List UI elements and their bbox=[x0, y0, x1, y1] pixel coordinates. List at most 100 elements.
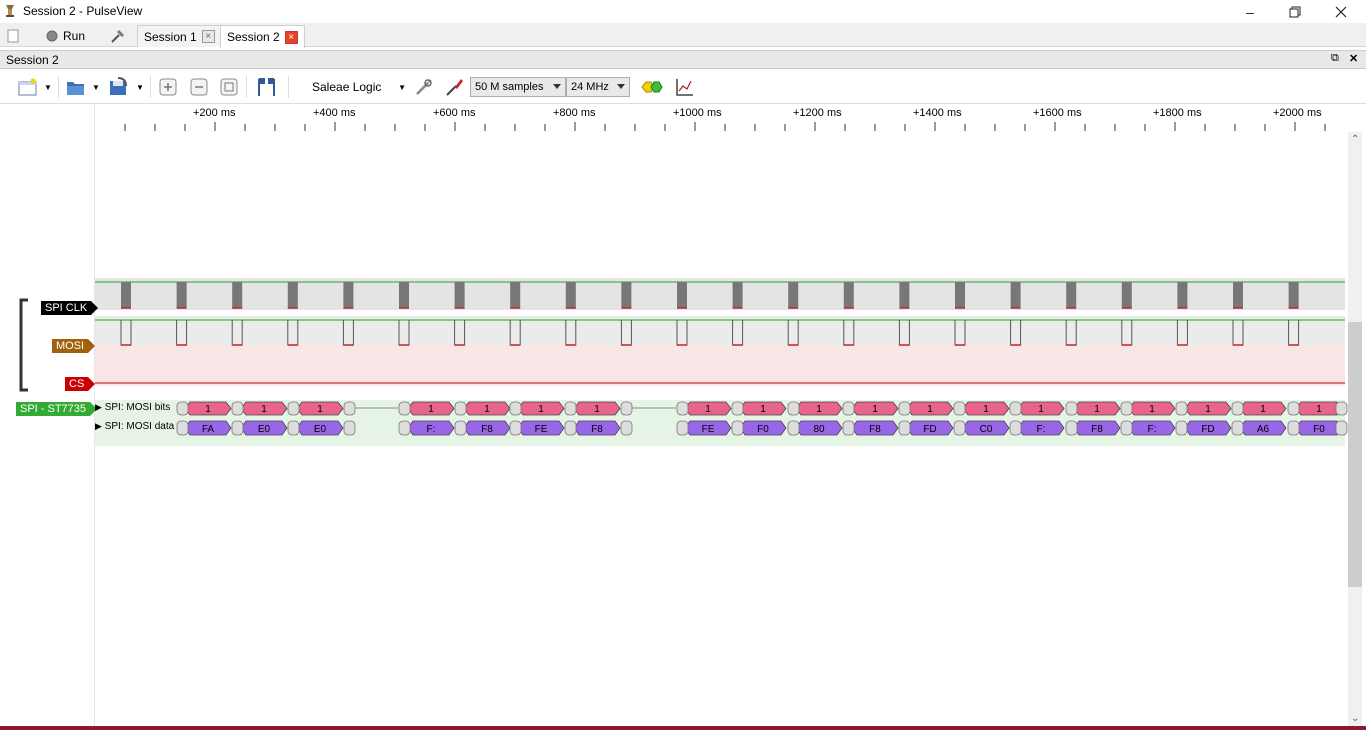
annotation-gap-marker bbox=[343, 401, 356, 416]
tab-session-2-label: Session 2 bbox=[227, 30, 280, 44]
tab-session-1-close-icon[interactable]: × bbox=[201, 30, 215, 43]
spi-clk-burst bbox=[121, 282, 131, 308]
close-dock-icon[interactable]: ✕ bbox=[1349, 52, 1358, 65]
annotation-gap-marker bbox=[398, 401, 411, 416]
annotation-gap-marker bbox=[953, 401, 966, 416]
annotation-gap-marker bbox=[1231, 401, 1244, 416]
expand-triangle-icon: ▶ bbox=[95, 402, 102, 412]
annotation-gap-marker bbox=[509, 401, 522, 416]
annotation-gap-marker bbox=[842, 401, 855, 416]
spi-clk-burst bbox=[843, 282, 854, 308]
tab-session-1-label: Session 1 bbox=[144, 29, 197, 44]
open-button[interactable] bbox=[65, 76, 87, 98]
mosi-bits-annotation-label: 1 bbox=[816, 404, 822, 415]
scroll-down-icon[interactable]: ⌄ bbox=[1351, 713, 1359, 724]
spi-clk-burst bbox=[788, 282, 799, 308]
mosi-data-annotation-label: F8 bbox=[591, 424, 603, 435]
zoom-out-icon bbox=[190, 78, 208, 96]
chevron-down-icon: ▼ bbox=[398, 82, 406, 92]
mosi-bits-annotation-label: 1 bbox=[261, 404, 267, 415]
new-view-button[interactable] bbox=[17, 76, 39, 98]
row-name: SPI: MOSI bits bbox=[104, 402, 171, 413]
open-dropdown[interactable]: ▼ bbox=[91, 76, 101, 98]
probe-config-button[interactable] bbox=[444, 76, 466, 98]
annotation-gap-marker bbox=[1335, 420, 1348, 436]
minimize-icon: – bbox=[1246, 3, 1254, 20]
zoom-out-button[interactable] bbox=[189, 76, 209, 98]
save-icon bbox=[110, 77, 127, 95]
toolbar-divider bbox=[246, 76, 247, 98]
annotation-gap-marker bbox=[454, 420, 467, 436]
device-config-button[interactable] bbox=[413, 76, 435, 98]
zoom-fit-button[interactable] bbox=[219, 76, 239, 98]
new-view-dropdown[interactable]: ▼ bbox=[43, 76, 53, 98]
float-dock-icon[interactable]: ⧉ bbox=[1331, 52, 1339, 65]
channel-name: CS bbox=[69, 378, 85, 390]
waveform-area[interactable]: 1 FA 1 E0 1 E0 1 F: 1 F8 1 FE 1 F8 1 FE 1 F0 1 80 1 F8 1 FD 1 C0 1… bbox=[0, 104, 1366, 726]
annotation-gap-marker bbox=[620, 420, 633, 436]
spi-clk-burst bbox=[1121, 282, 1132, 308]
tab-session-2[interactable]: Session 2 × bbox=[220, 25, 305, 48]
mosi-bits-annotation-label: 1 bbox=[1316, 404, 1322, 415]
minimize-button[interactable]: – bbox=[1227, 0, 1273, 23]
mosi-data-annotation-label: C0 bbox=[980, 424, 993, 435]
annotation-gap-marker bbox=[731, 401, 744, 416]
zoom-in-button[interactable] bbox=[158, 76, 178, 98]
channel-label-spi-clk[interactable]: SPI CLK bbox=[41, 301, 99, 315]
spi-clk-burst bbox=[176, 282, 187, 308]
dock-title: Session 2 bbox=[6, 53, 59, 67]
mosi-bits-annotation-label: 1 bbox=[538, 404, 544, 415]
sample-count-select[interactable]: 50 M samples bbox=[470, 77, 566, 97]
toolbar-divider bbox=[150, 76, 151, 98]
mosi-bits-annotation-label: 1 bbox=[205, 404, 211, 415]
save-dropdown[interactable]: ▼ bbox=[135, 76, 145, 98]
mosi-bits-annotation-label: 1 bbox=[1094, 404, 1100, 415]
annotation-gap-marker bbox=[1065, 420, 1078, 436]
probe-icon bbox=[446, 79, 463, 96]
decoder-label-spi-st7735[interactable]: SPI - ST7735 bbox=[16, 402, 98, 416]
new-session-button[interactable] bbox=[6, 25, 24, 47]
add-decoder-button[interactable] bbox=[640, 76, 664, 98]
mosi-data-annotation-label: F0 bbox=[757, 424, 769, 435]
channel-label-cs[interactable]: CS bbox=[65, 377, 96, 391]
add-math-signal-button[interactable] bbox=[673, 76, 695, 98]
close-icon bbox=[1335, 6, 1347, 17]
mosi-bits-annotation-label: 1 bbox=[705, 404, 711, 415]
annotation-gap-marker bbox=[676, 401, 689, 416]
device-name: Saleae Logic bbox=[312, 80, 382, 94]
zoom-in-icon bbox=[159, 78, 177, 96]
annotation-gap-marker bbox=[842, 420, 855, 436]
vertical-scrollbar[interactable]: ⌃ ⌄ bbox=[1348, 132, 1362, 726]
scroll-up-icon[interactable]: ⌃ bbox=[1351, 134, 1359, 145]
tab-session-1[interactable]: Session 1 × bbox=[137, 25, 222, 47]
tools-icon bbox=[111, 30, 124, 43]
channel-label-mosi[interactable]: MOSI bbox=[52, 339, 96, 353]
show-cursors-button[interactable] bbox=[255, 76, 279, 98]
window-title: Session 2 - PulseView bbox=[23, 4, 143, 18]
mosi-bits-annotation-label: 1 bbox=[872, 404, 878, 415]
mosi-data-annotation-label: A6 bbox=[1257, 424, 1270, 435]
mosi-data-annotation-label: E0 bbox=[258, 424, 271, 435]
annotation-gap-marker bbox=[898, 401, 911, 416]
session-dock-header: Session 2 ⧉ ✕ bbox=[0, 50, 1366, 69]
restore-button[interactable] bbox=[1272, 0, 1318, 23]
sample-rate-select[interactable]: 24 MHz bbox=[566, 77, 630, 97]
decoder-icon bbox=[641, 81, 663, 93]
scrollbar-thumb[interactable] bbox=[1348, 322, 1362, 587]
save-button[interactable] bbox=[107, 76, 131, 98]
title-bar: Session 2 - PulseView – bbox=[0, 0, 1366, 23]
run-status-icon bbox=[46, 30, 58, 42]
close-window-button[interactable] bbox=[1318, 0, 1364, 23]
spi-clk-burst bbox=[287, 282, 298, 308]
decoder-row-data-label[interactable]: ▶ SPI: MOSI data bbox=[95, 421, 174, 432]
device-selector[interactable]: Saleae Logic ▼ bbox=[304, 76, 408, 98]
run-button[interactable]: Run bbox=[46, 25, 88, 47]
mosi-bits-annotation-label: 1 bbox=[484, 404, 490, 415]
zoom-fit-icon bbox=[220, 78, 238, 96]
settings-button[interactable] bbox=[110, 25, 128, 47]
mosi-data-annotation-label: F8 bbox=[1091, 424, 1103, 435]
tab-session-2-close-icon[interactable]: × bbox=[284, 30, 298, 44]
decoder-row-bits-label[interactable]: ▶ SPI: MOSI bits bbox=[95, 402, 170, 413]
annotation-gap-marker bbox=[620, 401, 633, 416]
annotation-gap-marker bbox=[1120, 401, 1133, 416]
